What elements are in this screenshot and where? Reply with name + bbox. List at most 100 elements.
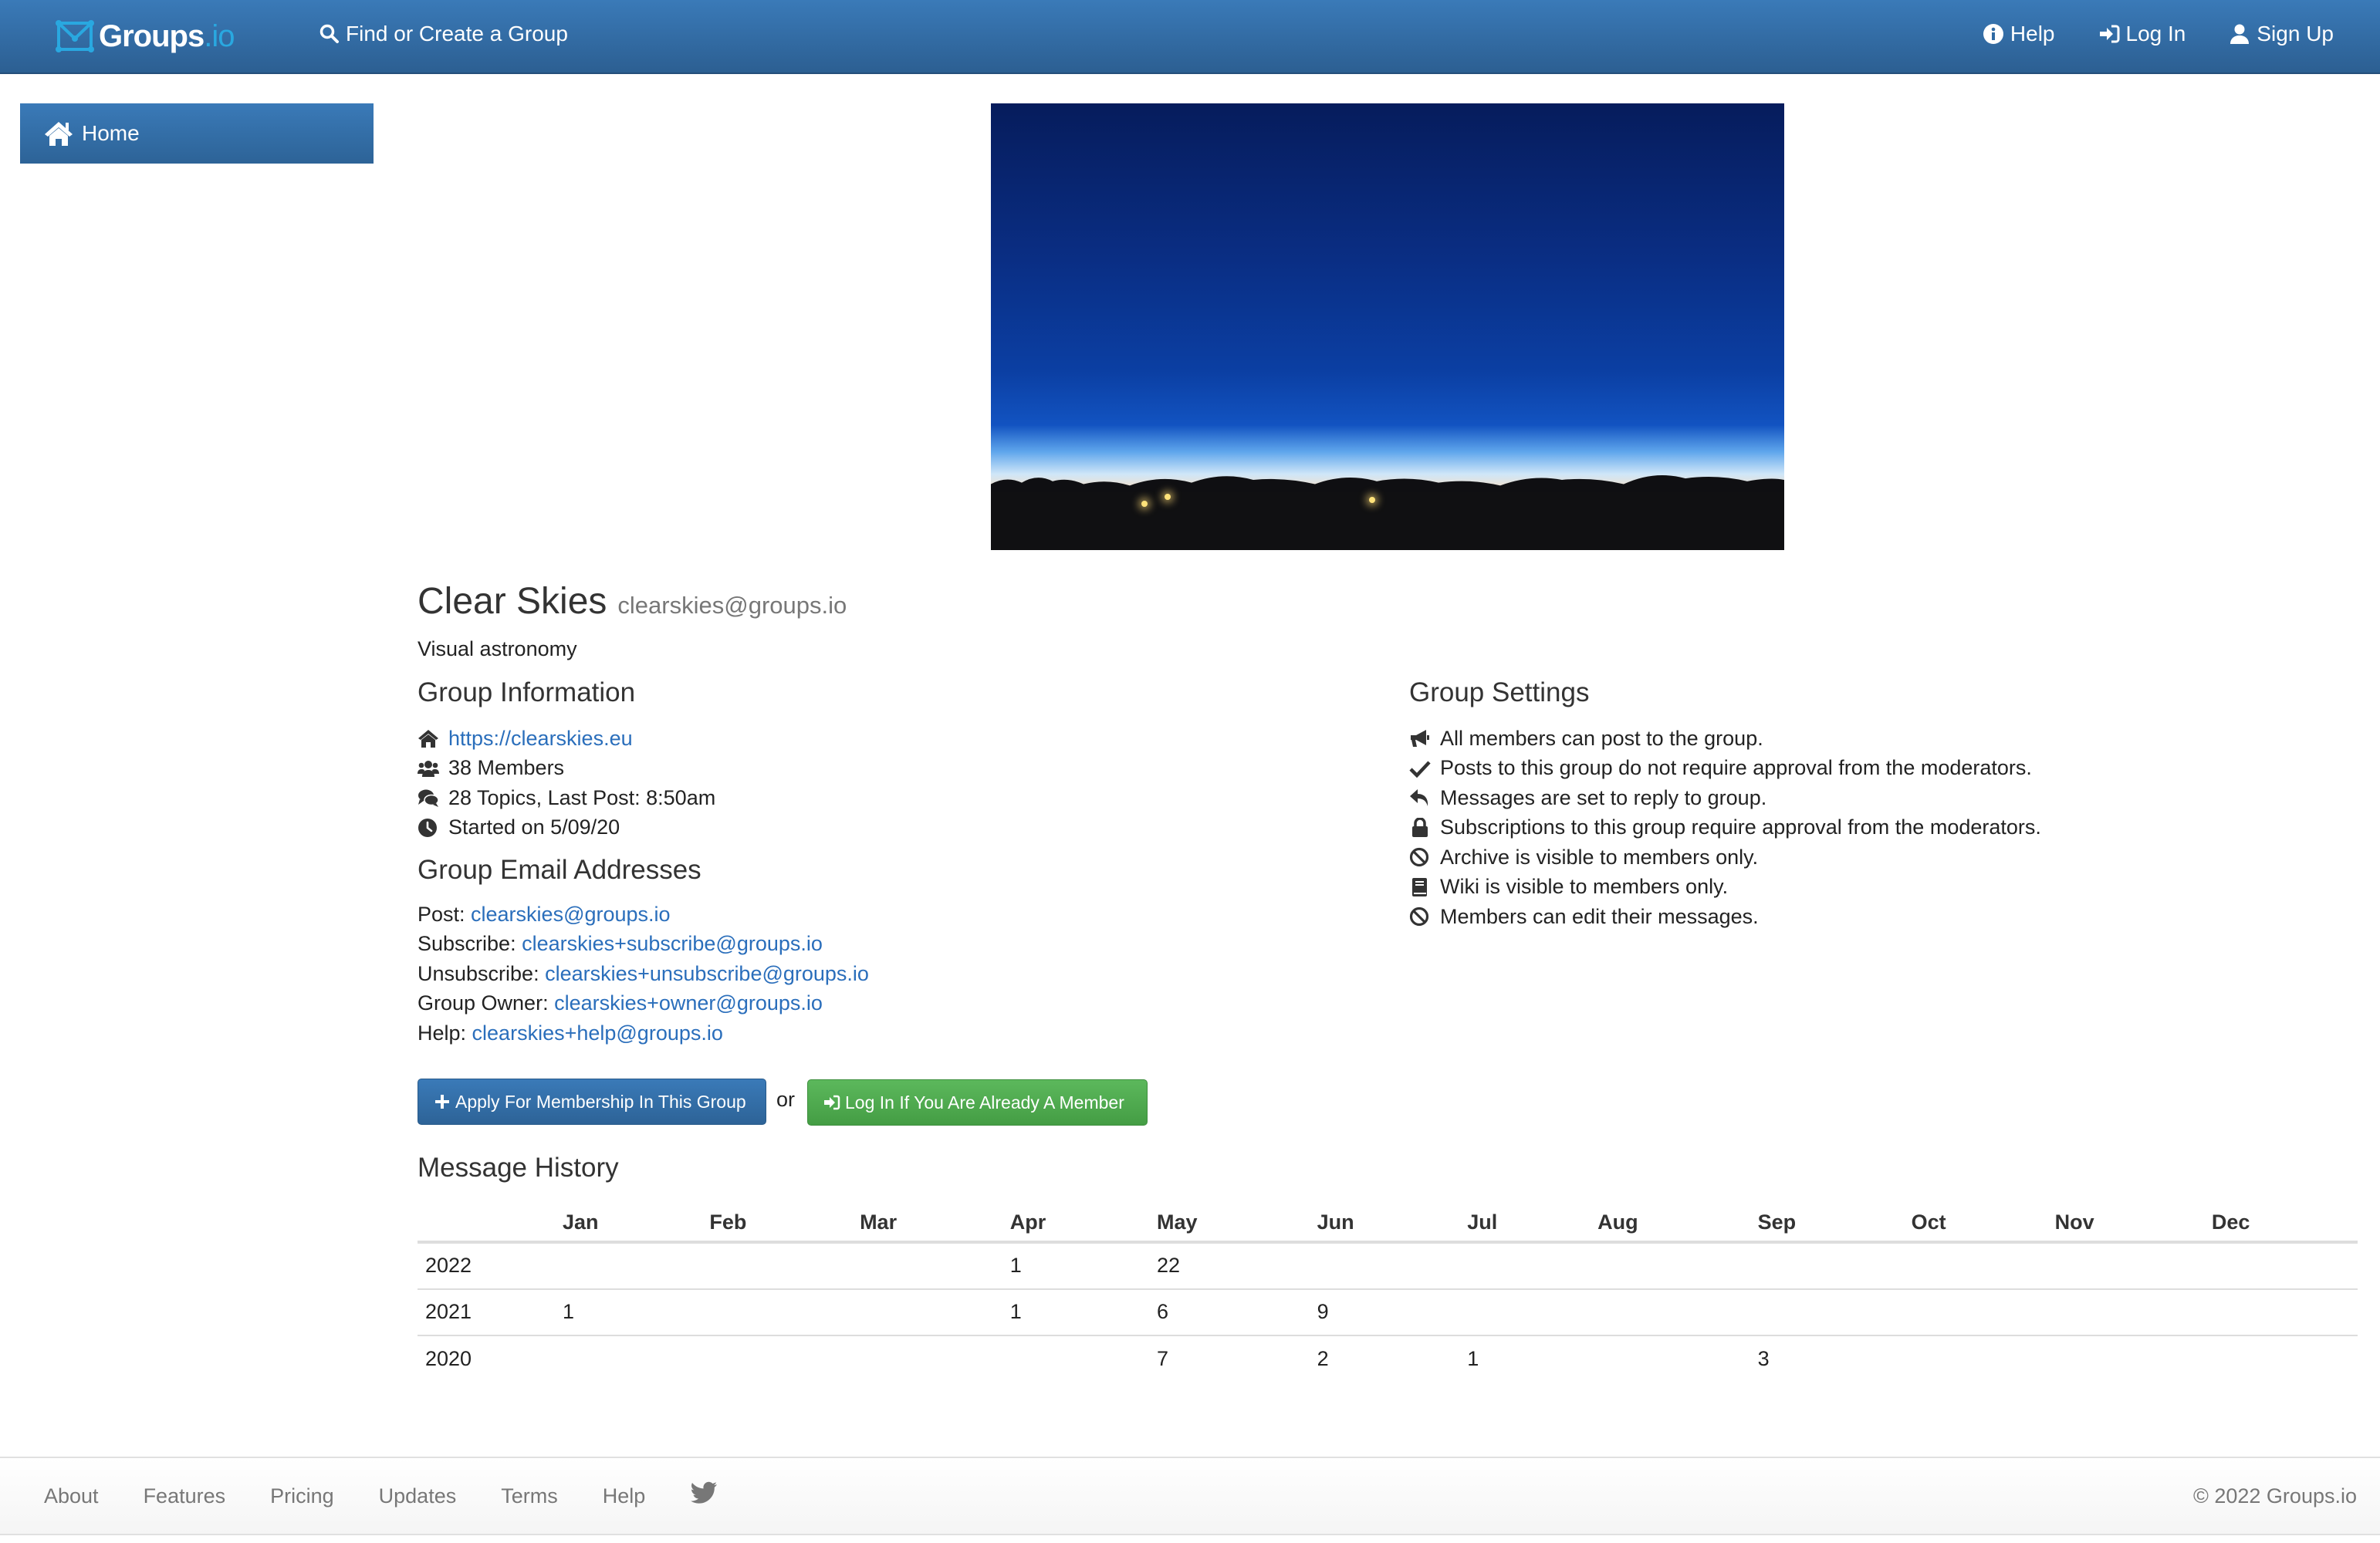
month-count-cell <box>852 1335 1002 1383</box>
twitter-link[interactable] <box>690 1481 718 1511</box>
setting-item: Subscriptions to this group require appr… <box>1409 813 2041 843</box>
email-row-owner: Group Owner: clearskies+owner@groups.io <box>418 989 869 1019</box>
month-count-cell <box>2203 1242 2358 1290</box>
month-count-cell[interactable]: 7 <box>1149 1335 1310 1383</box>
find-or-create-group-link[interactable]: Find or Create a Group <box>319 22 568 46</box>
month-count-cell[interactable]: 1 <box>555 1288 702 1336</box>
copyright: © 2022 Groups.io <box>2192 1484 2357 1508</box>
email-label: Unsubscribe: <box>418 961 546 985</box>
footer-link-about[interactable]: About <box>44 1484 99 1508</box>
year-cell: 2020 <box>425 1347 472 1371</box>
footer-link-terms[interactable]: Terms <box>501 1484 558 1508</box>
month-count-cell <box>1459 1242 1591 1290</box>
apply-for-membership-button[interactable]: Apply For Membership In This Group <box>418 1079 766 1125</box>
envelope-logo-icon <box>56 20 94 52</box>
help-link[interactable]: Help <box>1983 22 2055 46</box>
group-title: Clear Skies clearskies@groups.io <box>418 580 847 623</box>
setting-text: Members can edit their messages. <box>1440 904 1759 928</box>
month-header: Mar <box>852 1204 1002 1244</box>
footer-link-updates[interactable]: Updates <box>379 1484 457 1508</box>
setting-text: Messages are set to reply to group. <box>1440 785 1767 809</box>
history-row: 2022 1 22 <box>418 1242 2358 1290</box>
month-header: Jan <box>555 1204 702 1244</box>
table-header-row: Jan Feb Mar Apr May Jun Jul Aug Sep Oct … <box>418 1204 2358 1244</box>
month-count-cell[interactable]: 1 <box>1459 1335 1590 1383</box>
month-count-cell <box>2204 1335 2358 1383</box>
month-count-cell <box>1590 1288 1750 1336</box>
twitter-icon <box>691 1481 718 1504</box>
members-row: 38 Members <box>418 754 715 784</box>
footer-links: About Features Pricing Updates Terms Hel… <box>44 1481 762 1511</box>
month-count-cell <box>852 1288 1002 1336</box>
apply-label: Apply For Membership In This Group <box>455 1091 746 1112</box>
email-link-subscribe[interactable]: clearskies+subscribe@groups.io <box>522 932 823 956</box>
login-link[interactable]: Log In <box>2098 22 2186 46</box>
month-header: Oct <box>1903 1204 2047 1244</box>
street-light <box>1369 497 1375 503</box>
month-count-cell <box>1750 1242 1904 1290</box>
footer: About Features Pricing Updates Terms Hel… <box>0 1457 2380 1535</box>
month-count-cell <box>2047 1335 2204 1383</box>
website-link[interactable]: https://clearskies.eu <box>448 727 633 751</box>
year-cell: 2022 <box>418 1242 555 1290</box>
group-information-list: https://clearskies.eu 38 Members 28 Topi… <box>418 724 715 842</box>
month-count-cell <box>1750 1288 1904 1336</box>
setting-text: All members can post to the group. <box>1440 726 1763 750</box>
month-count-cell[interactable]: 2 <box>1310 1335 1460 1383</box>
month-count-cell <box>701 1242 853 1290</box>
started-row: Started on 5/09/20 <box>418 813 715 843</box>
footer-link-pricing[interactable]: Pricing <box>270 1484 334 1508</box>
history-row: 2021 1 1 6 9 <box>418 1288 2358 1336</box>
navbar-right: Help Log In Sign Up <box>1939 22 2334 46</box>
bullhorn-icon <box>1411 730 1429 748</box>
email-link-help[interactable]: clearskies+help@groups.io <box>472 1021 723 1045</box>
topics-info[interactable]: 28 Topics, Last Post: 8:50am <box>448 786 715 810</box>
year-column-header <box>418 1204 555 1244</box>
help-label: Help <box>2010 22 2055 46</box>
sign-in-icon <box>824 1095 840 1110</box>
month-header: Sep <box>1750 1204 1904 1244</box>
users-icon <box>418 760 439 777</box>
month-count-cell <box>555 1242 702 1290</box>
setting-item: All members can post to the group. <box>1409 724 2041 754</box>
email-link-owner[interactable]: clearskies+owner@groups.io <box>554 991 823 1015</box>
month-count-cell[interactable]: 1 <box>1002 1288 1150 1336</box>
setting-text: Posts to this group do not require appro… <box>1440 756 2032 780</box>
month-count-cell[interactable]: 3 <box>1750 1335 1904 1383</box>
signup-link[interactable]: Sign Up <box>2229 22 2334 46</box>
group-email-list: Post: clearskies@groups.io Subscribe: cl… <box>418 900 869 1048</box>
email-label: Help: <box>418 1021 472 1045</box>
group-settings-list: All members can post to the group. Posts… <box>1409 724 2041 932</box>
sidebar-item-label: Home <box>82 121 140 145</box>
month-count-cell <box>1459 1288 1591 1336</box>
group-settings-heading: Group Settings <box>1409 677 1590 707</box>
info-circle-icon <box>1983 24 2003 44</box>
month-count-cell[interactable]: 1 <box>1002 1242 1150 1290</box>
login-member-label: Log In If You Are Already A Member <box>845 1092 1124 1113</box>
lock-icon <box>1412 817 1428 837</box>
ground-silhouette <box>991 491 1784 550</box>
groups-io-logo[interactable]: Groups .io <box>56 17 235 56</box>
footer-link-help[interactable]: Help <box>603 1484 646 1508</box>
month-count-cell <box>1590 1335 1750 1383</box>
top-navbar: Groups .io Find or Create a Group Help Lo… <box>0 0 2380 74</box>
email-label: Subscribe: <box>418 932 522 956</box>
email-link-post[interactable]: clearskies@groups.io <box>471 903 671 927</box>
members-count[interactable]: 38 Members <box>448 756 564 780</box>
month-count-cell[interactable]: 6 <box>1149 1288 1310 1336</box>
sidebar-item-home[interactable]: Home <box>20 103 374 164</box>
signup-label: Sign Up <box>2257 22 2334 46</box>
ban-icon <box>1409 848 1429 867</box>
home-icon <box>45 122 73 146</box>
login-if-member-button[interactable]: Log In If You Are Already A Member <box>807 1079 1148 1126</box>
month-count-cell[interactable]: 22 <box>1149 1242 1310 1290</box>
month-count-cell[interactable]: 9 <box>1309 1288 1460 1336</box>
footer-link-features[interactable]: Features <box>144 1484 226 1508</box>
month-count-cell <box>701 1288 853 1336</box>
month-header: Feb <box>701 1204 853 1244</box>
user-icon <box>2230 24 2250 44</box>
email-link-unsubscribe[interactable]: clearskies+unsubscribe@groups.io <box>545 962 869 986</box>
month-count-cell <box>701 1335 852 1383</box>
or-separator: or <box>776 1088 796 1111</box>
setting-text: Wiki is visible to members only. <box>1440 875 1729 899</box>
